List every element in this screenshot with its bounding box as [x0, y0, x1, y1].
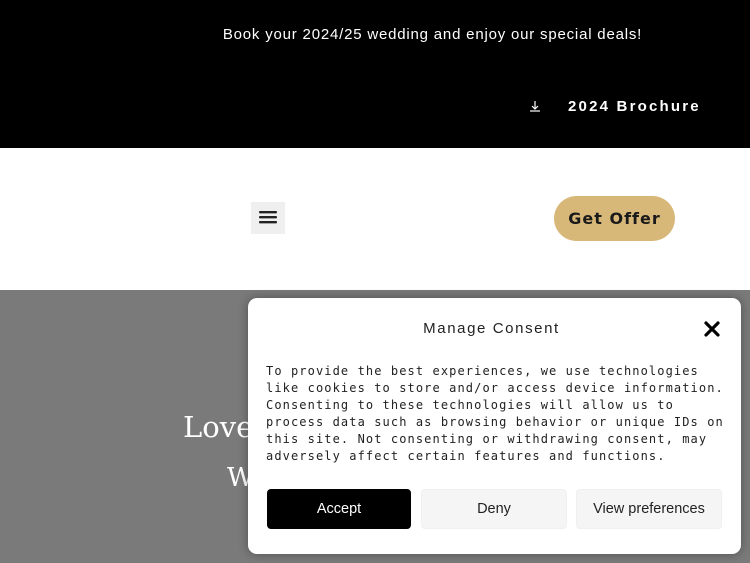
close-icon	[703, 321, 721, 341]
brochure-download-link[interactable]: 2024 Brochure	[528, 98, 701, 115]
consent-dialog: Manage Consent To provide the best exper…	[248, 298, 741, 554]
consent-body-text: To provide the best experiences, we use …	[266, 364, 724, 463]
download-icon	[528, 99, 542, 115]
close-button[interactable]	[703, 320, 721, 338]
top-announcement-bar: Book your 2024/25 wedding and enjoy our …	[0, 0, 750, 148]
menu-toggle-button[interactable]	[251, 202, 285, 234]
view-preferences-button[interactable]: View preferences	[576, 489, 722, 529]
hero-heading: Love	[183, 410, 254, 444]
deny-button[interactable]: Deny	[421, 489, 567, 529]
brochure-label: 2024 Brochure	[568, 98, 701, 115]
promo-text: Book your 2024/25 wedding and enjoy our …	[222, 26, 643, 43]
hamburger-menu-icon	[259, 210, 277, 227]
accept-button[interactable]: Accept	[267, 489, 411, 529]
consent-title: Manage Consent	[423, 320, 560, 337]
get-offer-button[interactable]: Get Offer	[554, 196, 675, 241]
